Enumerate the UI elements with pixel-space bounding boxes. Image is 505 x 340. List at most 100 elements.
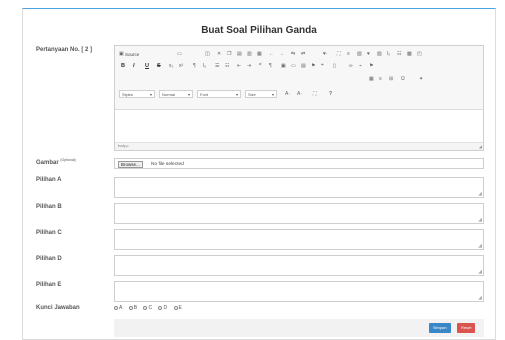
justify-icon[interactable]: ▤ <box>301 64 306 69</box>
option-c-input[interactable]: ◢ <box>114 229 484 250</box>
div-icon[interactable]: ¶ <box>269 64 272 69</box>
form-panel: Buat Soal Pilihan Ganda Pertanyaan No. [… <box>22 8 496 340</box>
text-color-icon[interactable]: A· <box>285 92 290 97</box>
blockquote-icon[interactable]: ❞ <box>259 64 262 69</box>
resize-grip-icon[interactable]: ◢ <box>479 144 482 149</box>
answer-radio-c[interactable]: C <box>143 305 152 311</box>
size-combo[interactable]: Size ▾ <box>245 90 277 98</box>
newpage-icon[interactable]: ◫ <box>205 52 210 57</box>
bold-icon[interactable]: B <box>121 63 125 70</box>
clear-format-icon[interactable]: Iₓ <box>203 64 206 69</box>
link-icon[interactable]: ∞ <box>349 64 353 69</box>
strike-icon[interactable]: S <box>157 63 161 70</box>
option-d-input[interactable]: ◢ <box>114 255 484 276</box>
font-combo[interactable]: Font ▾ <box>197 90 241 98</box>
action-bar: Simpan Reset <box>114 319 484 337</box>
bidi-icon[interactable]: ⚑ <box>311 64 315 69</box>
special-char-icon[interactable]: Ω <box>401 77 405 82</box>
numbered-list-icon[interactable]: ☰ <box>215 64 219 69</box>
align-left-icon[interactable]: ≡ <box>347 52 350 57</box>
anchor-icon[interactable]: ⚑ <box>369 64 373 69</box>
paragraph-icon[interactable]: ¶ <box>193 64 196 69</box>
answer-key-label: Kunci Jawaban <box>36 305 80 311</box>
underline-icon[interactable]: U <box>145 63 149 70</box>
resize-grip-icon[interactable]: ◢ <box>478 217 482 223</box>
superscript-icon[interactable]: x² <box>179 64 183 69</box>
option-e-label: Pilihan E <box>36 282 62 288</box>
answer-radio-e[interactable]: E <box>173 305 182 311</box>
answer-radio-b[interactable]: B <box>128 305 137 311</box>
doc-icon[interactable]: ▯ <box>333 64 336 69</box>
insert-table-icon[interactable]: ▦ <box>369 77 374 82</box>
page-break-icon[interactable]: ⊞ <box>389 77 393 82</box>
browse-button[interactable]: Browse... <box>118 160 143 168</box>
element-path[interactable]: body p <box>118 144 129 148</box>
font-combo-label: Font <box>200 92 209 97</box>
replace-icon[interactable]: ⇄ <box>301 52 305 57</box>
answer-choice-label: A <box>119 305 123 311</box>
image-file-input[interactable]: Browse... No file selected <box>114 158 484 169</box>
option-b-input[interactable]: ◢ <box>114 203 484 224</box>
unlink-icon[interactable]: ⌁ <box>359 64 362 69</box>
option-b-label: Pilihan B <box>36 204 62 210</box>
quote-icon[interactable]: ❝ <box>321 64 324 69</box>
image-label-text: Gambar <box>36 160 59 166</box>
size-combo-label: Size <box>248 92 256 97</box>
subscript-icon[interactable]: x₂ <box>169 64 173 69</box>
select-all-icon[interactable]: ▨ <box>357 52 362 57</box>
align-center-icon[interactable]: ▣ <box>281 64 286 69</box>
radio-circle-icon <box>128 305 133 310</box>
chevron-down-icon: ▾ <box>235 92 238 97</box>
rich-text-editor[interactable]: ▣ Source ▭ ◫ ✕ ❐ ▤ ▥ ▦ ← → ⇆ ⇄ ♥· ⛶ ≡ ▨ … <box>114 45 484 151</box>
paste-word-icon[interactable]: ▦ <box>257 52 262 57</box>
align-right-icon[interactable]: ▭ <box>291 64 296 69</box>
answer-choice-label: C <box>148 305 153 311</box>
paste-icon[interactable]: ▤ <box>237 52 242 57</box>
flash-icon[interactable]: ◰ <box>417 52 422 57</box>
bg-color-icon[interactable]: A· <box>297 92 302 97</box>
resize-grip-icon[interactable]: ◢ <box>478 269 482 275</box>
paste-text-icon[interactable]: ▥ <box>247 52 252 57</box>
option-e-input[interactable]: ◢ <box>114 281 484 302</box>
template-icon[interactable]: ▭ <box>177 52 182 57</box>
option-a-label: Pilihan A <box>36 177 62 183</box>
image-icon[interactable]: ▩ <box>407 52 412 57</box>
radio-circle-icon <box>114 305 118 310</box>
outdent-icon[interactable]: ⇤ <box>237 64 241 69</box>
help-icon[interactable]: ? <box>329 92 332 97</box>
resize-grip-icon[interactable]: ◢ <box>478 243 482 249</box>
answer-radio-d[interactable]: D <box>158 305 167 311</box>
format-combo-label: Normal <box>162 92 175 97</box>
source-button[interactable]: Source <box>125 52 139 57</box>
answer-choice-label: E <box>178 305 182 311</box>
save-button[interactable]: Simpan <box>429 323 451 333</box>
spellcheck-icon[interactable]: ♥· <box>323 52 328 57</box>
redo-icon[interactable]: → <box>279 52 284 57</box>
italic-icon[interactable]: I <box>133 63 135 70</box>
radio-circle-icon <box>158 305 163 310</box>
horizontal-rule-icon[interactable]: ≡ <box>379 77 382 82</box>
fullscreen-icon[interactable]: ⛶ <box>313 92 317 97</box>
resize-grip-icon[interactable]: ◢ <box>478 295 482 301</box>
cut-icon[interactable]: ✕ <box>217 52 221 57</box>
preview-icon[interactable]: ▧ <box>377 52 382 57</box>
spell-icon[interactable]: ♥ <box>367 52 370 57</box>
resize-grip-icon[interactable]: ◢ <box>478 191 482 197</box>
answer-radio-a[interactable]: A <box>114 305 122 311</box>
indent-icon[interactable]: ⇥ <box>247 64 251 69</box>
bullet-list-icon[interactable]: ☷ <box>225 64 229 69</box>
remove-format-icon[interactable]: Iₓ <box>387 52 390 57</box>
source-icon[interactable]: ▣ <box>119 52 124 57</box>
styles-combo[interactable]: Styles ▾ <box>119 90 155 98</box>
radio-circle-icon <box>143 305 148 310</box>
option-c-label: Pilihan C <box>36 230 62 236</box>
format-combo[interactable]: Normal ▾ <box>159 90 193 98</box>
reset-button[interactable]: Reset <box>457 323 476 333</box>
copy-icon[interactable]: ❐ <box>227 52 231 57</box>
table-icon[interactable]: ☷ <box>397 52 401 57</box>
find-icon[interactable]: ⇆ <box>291 52 295 57</box>
smiley-icon[interactable]: ✦ <box>419 77 423 82</box>
option-a-input[interactable]: ◢ <box>114 177 484 198</box>
maximize-icon[interactable]: ⛶ <box>337 52 341 57</box>
undo-icon[interactable]: ← <box>269 52 274 57</box>
